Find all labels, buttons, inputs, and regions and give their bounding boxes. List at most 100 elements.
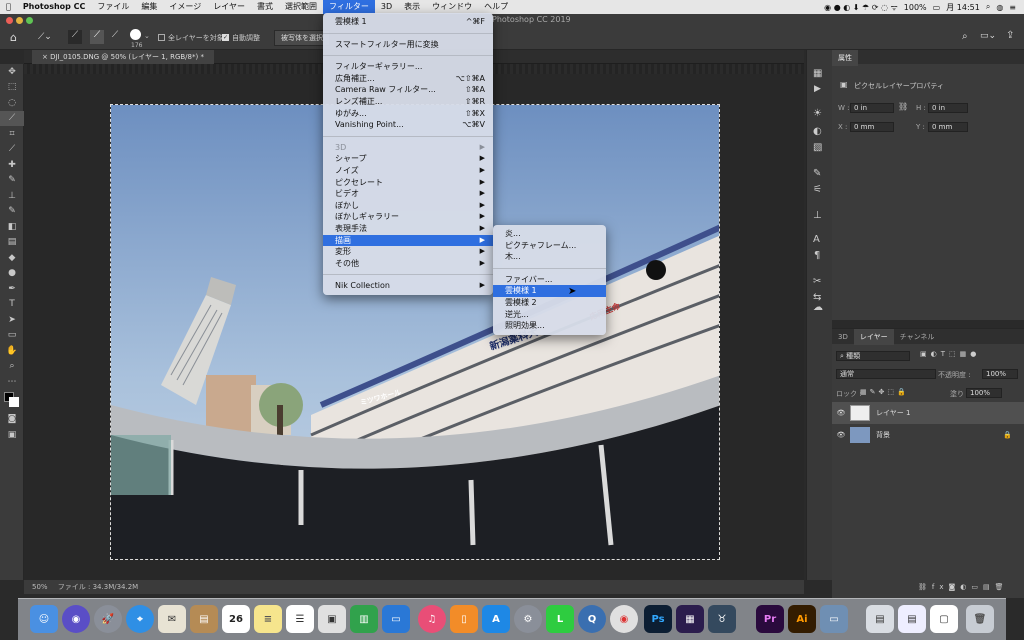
layer-bottom-icons[interactable]: ⛓fx◙◐▭▤🗑 — [918, 583, 1009, 591]
layer-row[interactable]: 👁 背景 🔒 — [832, 424, 1024, 446]
safari-icon[interactable]: ⌖ — [126, 605, 154, 633]
zoom-level[interactable]: 50% — [24, 583, 56, 591]
actions-panel-icon[interactable]: ▶ — [814, 84, 821, 94]
close-window-icon[interactable] — [6, 17, 13, 24]
opacity-field[interactable]: 100% — [982, 369, 1018, 379]
character-panel-icon[interactable]: A — [813, 234, 820, 245]
menu-window[interactable]: ウィンドウ — [426, 0, 478, 14]
search-icon[interactable]: ⌕ — [986, 2, 990, 12]
documents-stack-icon[interactable]: ▤ — [898, 605, 926, 633]
history-panel-icon[interactable]: ▦ — [813, 68, 822, 79]
paragraph-panel-icon[interactable]: ¶ — [814, 250, 820, 261]
menu-item-pixelate[interactable]: ピクセレート ▶ — [323, 177, 493, 189]
menu-item-last-filter[interactable]: 雲模様 1 ^⌘F — [323, 16, 493, 28]
hand-tool-icon[interactable]: ✋ — [0, 343, 24, 359]
notes-icon[interactable]: ≡ — [254, 605, 282, 633]
stamp-tool-icon[interactable]: ⊥ — [0, 188, 24, 204]
launchpad-icon[interactable]: 🚀 — [94, 605, 122, 633]
color-panel-icon[interactable]: ◐ — [813, 126, 822, 137]
system-preferences-icon[interactable]: ⚙ — [514, 605, 542, 633]
tab-3d[interactable]: 3D — [832, 330, 854, 344]
clone-source-icon[interactable]: ⊥ — [813, 210, 822, 221]
add-to-selection-icon[interactable]: ⟋ — [90, 30, 104, 44]
calendar-icon[interactable]: 26 — [222, 605, 250, 633]
tab-layers[interactable]: レイヤー — [853, 329, 894, 345]
menu-view[interactable]: 表示 — [398, 0, 426, 14]
properties-tab[interactable]: 属性 — [832, 50, 858, 66]
menu-item-distort[interactable]: 変形 ▶ — [323, 246, 493, 258]
background-color[interactable] — [9, 396, 19, 407]
new-selection-icon[interactable]: ⟋ — [68, 30, 82, 44]
brush-preview-icon[interactable] — [130, 29, 141, 40]
user-icon[interactable]: ◍ — [996, 3, 1003, 12]
chrome-icon[interactable]: ◉ — [610, 605, 638, 633]
layer-filter-icons[interactable]: ▣◐T⬚▦● — [920, 350, 980, 358]
quick-mask-icon[interactable]: ◙ — [0, 412, 24, 428]
clock[interactable]: 月 14:51 — [946, 2, 980, 13]
eyedropper-tool-icon[interactable]: ⟋ — [0, 142, 24, 158]
reminders-icon[interactable]: ☰ — [286, 605, 314, 633]
menu-item-liquify[interactable]: ゆがみ... ⇧⌘X — [323, 108, 493, 120]
menu-file[interactable]: ファイル — [91, 0, 135, 14]
numbers-icon[interactable]: ▥ — [350, 605, 378, 633]
visibility-eye-icon[interactable]: 👁 — [832, 431, 850, 439]
lasso-tool-icon[interactable]: ◌ — [0, 95, 24, 111]
menu-item-vanishing-point[interactable]: Vanishing Point... ⌥⌘V — [323, 119, 493, 131]
menu-item-blur[interactable]: ぼかし ▶ — [323, 200, 493, 212]
menu-item-other[interactable]: その他 ▶ — [323, 258, 493, 270]
contacts-icon[interactable]: ▤ — [190, 605, 218, 633]
siri-icon[interactable]: ◉ — [62, 605, 90, 633]
apple-icon[interactable]:  — [0, 0, 17, 14]
menu-select[interactable]: 選択範囲 — [279, 0, 323, 14]
x-field[interactable]: 0 mm — [850, 122, 894, 132]
blur-tool-icon[interactable]: ◆ — [0, 250, 24, 266]
finder-icon[interactable]: ☺ — [30, 605, 58, 633]
menu-layer[interactable]: レイヤー — [207, 0, 251, 14]
tab-channels[interactable]: チャンネル — [894, 329, 941, 345]
menu-3d[interactable]: 3D — [375, 0, 398, 14]
gradient-tool-icon[interactable]: ▤ — [0, 235, 24, 251]
search-icon[interactable]: ⌕ — [962, 31, 968, 42]
close-tab-icon[interactable]: × — [42, 53, 50, 61]
submenu-item-tree[interactable]: 木... — [493, 251, 606, 263]
zoom-tool-icon[interactable]: ⌕ — [0, 359, 24, 375]
brush-settings-icon[interactable]: ⚟ — [813, 184, 822, 195]
home-icon[interactable]: ⌂ — [10, 31, 17, 44]
line-icon[interactable]: L — [546, 605, 574, 633]
quicktime-icon[interactable]: Q — [578, 605, 606, 633]
app-store-icon[interactable]: A — [482, 605, 510, 633]
eraser-tool-icon[interactable]: ◧ — [0, 219, 24, 235]
media-encoder-icon[interactable]: ▦ — [676, 605, 704, 633]
layer-row[interactable]: 👁 レイヤー 1 — [832, 402, 1024, 424]
fill-field[interactable]: 100% — [966, 388, 1002, 398]
menu-item-lens-correction[interactable]: レンズ補正... ⇧⌘R — [323, 96, 493, 108]
pen-tool-icon[interactable]: ✒ — [0, 281, 24, 297]
menu-help[interactable]: ヘルプ — [478, 0, 514, 14]
lock-icons[interactable]: ▦✎✥⬚🔒 — [860, 388, 909, 396]
visibility-eye-icon[interactable]: 👁 — [832, 409, 850, 417]
menu-filter[interactable]: フィルター — [323, 0, 375, 14]
menu-type[interactable]: 書式 — [251, 0, 279, 14]
menu-item-render[interactable]: 描画 ▶ — [323, 234, 493, 247]
downloads-stack-icon[interactable]: ▤ — [866, 605, 894, 633]
libraries-panel-icon[interactable]: ☁ — [813, 302, 823, 313]
app-icon[interactable]: ♉ — [708, 605, 736, 633]
select-subject-button[interactable]: 被写体を選択 — [274, 30, 330, 46]
itunes-icon[interactable]: ♫ — [418, 605, 446, 633]
submenu-item-difference-clouds[interactable]: 雲模様 2 — [493, 297, 606, 309]
maximize-window-icon[interactable] — [26, 17, 33, 24]
y-field[interactable]: 0 mm — [928, 122, 968, 132]
menu-item-adaptive-wide-angle[interactable]: 広角補正... ⌥⇧⌘A — [323, 73, 493, 85]
status-menu-icons[interactable]: ◉ ● ◐ ⬇ ☂ ⟳ ◌ ᯤ — [824, 2, 898, 13]
subtract-selection-icon[interactable]: ⟋ — [108, 30, 122, 44]
trash-icon[interactable]: 🗑 — [966, 605, 994, 633]
menu-item-noise[interactable]: ノイズ ▶ — [323, 165, 493, 177]
submenu-item-lens-flare[interactable]: 逆光... — [493, 309, 606, 321]
file-size[interactable]: ファイル : 34.3M/34.2M — [58, 583, 138, 591]
submenu-item-lighting-effects[interactable]: 照明効果... — [493, 320, 606, 332]
file-stack-icon[interactable]: ▢ — [930, 605, 958, 633]
menu-app-name[interactable]: Photoshop CC — [17, 0, 92, 14]
quick-select-tool-icon[interactable]: ⟋ — [0, 110, 24, 126]
crop-tool-icon[interactable]: ⌗ — [0, 126, 24, 142]
menu-item-camera-raw[interactable]: Camera Raw フィルター... ⇧⌘A — [323, 84, 493, 96]
